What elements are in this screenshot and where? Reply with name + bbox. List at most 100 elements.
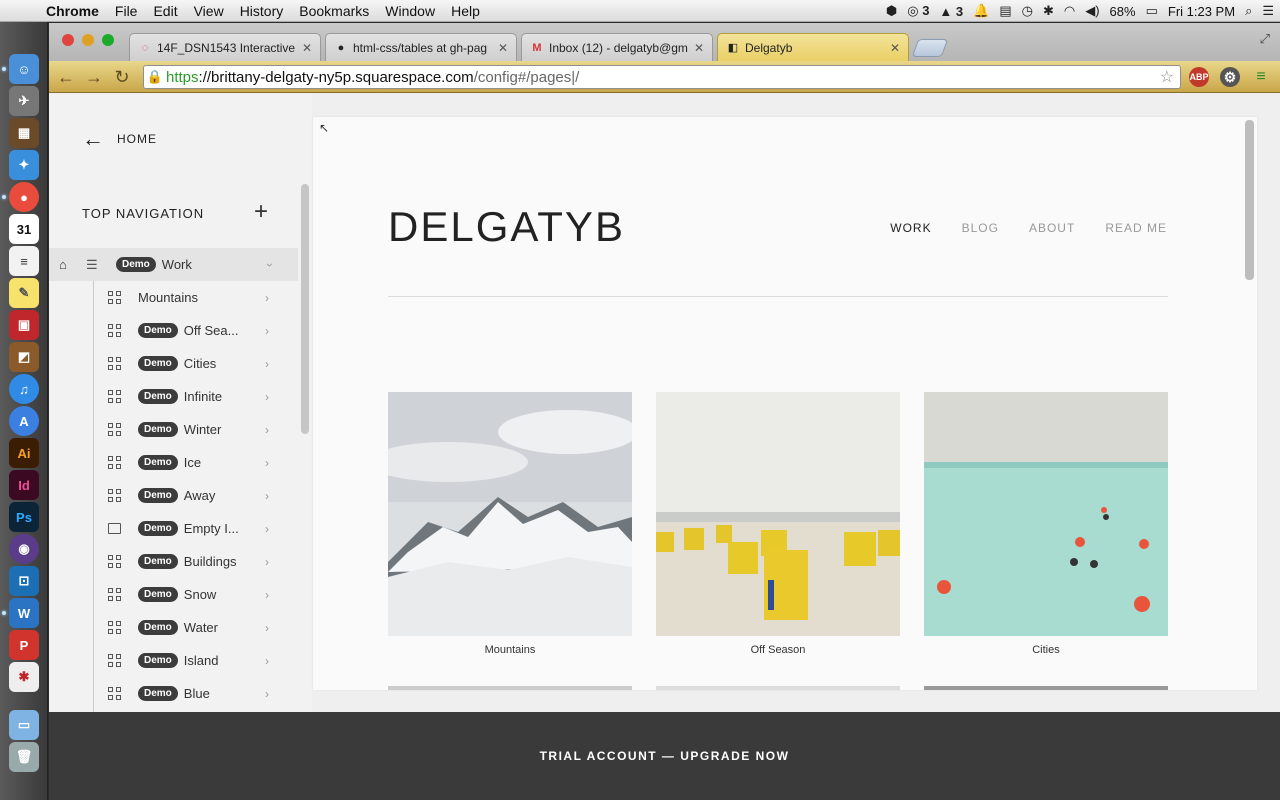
nav-item-work[interactable]: ⌂ ☰ Demo Work › <box>49 248 298 281</box>
chevron-right-icon[interactable]: › <box>265 423 269 437</box>
trial-upgrade-banner[interactable]: TRIAL ACCOUNT — UPGRADE NOW <box>49 712 1280 800</box>
chevron-right-icon[interactable]: › <box>265 654 269 668</box>
chevron-right-icon[interactable]: › <box>265 291 269 305</box>
zoom-window-button[interactable] <box>102 34 114 46</box>
chevron-right-icon[interactable]: › <box>265 489 269 503</box>
chevron-down-icon[interactable]: › <box>263 263 277 267</box>
powerpoint-icon[interactable]: P <box>9 630 39 660</box>
nav-item-infinite[interactable]: Demo Infinite › <box>49 380 298 413</box>
close-window-button[interactable] <box>62 34 74 46</box>
itunes-icon[interactable]: ♫ <box>9 374 39 404</box>
sidebar-scrollbar[interactable] <box>301 184 309 434</box>
menu-edit[interactable]: Edit <box>145 0 185 22</box>
nav-item-cities[interactable]: Demo Cities › <box>49 347 298 380</box>
github-app-icon[interactable]: ◉ <box>9 534 39 564</box>
back-arrow-icon[interactable]: ← <box>55 66 77 88</box>
keyboard-icon[interactable]: ▤ <box>999 3 1011 19</box>
tab-github[interactable]: ● html-css/tables at gh-pag ✕ <box>325 33 517 61</box>
chevron-right-icon[interactable]: › <box>265 687 269 701</box>
word-icon[interactable]: W <box>9 598 39 628</box>
reload-icon[interactable]: ↻ <box>111 66 133 88</box>
nav-item-water[interactable]: Demo Water › <box>49 611 298 644</box>
volume-icon[interactable]: ◀) <box>1085 3 1099 19</box>
sourcetree-icon[interactable]: ⊡ <box>9 566 39 596</box>
reminders-icon[interactable]: ≡ <box>9 246 39 276</box>
folder-icon[interactable]: ▭ <box>9 710 39 740</box>
add-page-plus-icon[interactable]: + <box>254 198 268 226</box>
nav-item-away[interactable]: Demo Away › <box>49 479 298 512</box>
expand-preview-icon[interactable]: ↖ <box>319 121 329 135</box>
close-tab-icon[interactable]: ✕ <box>302 41 312 55</box>
menu-window[interactable]: Window <box>377 0 443 22</box>
notification-bell-icon[interactable]: 🔔 <box>973 3 989 19</box>
nav-item-mountains[interactable]: Mountains › <box>49 281 298 314</box>
tab-dsn1543[interactable]: ◌ 14F_DSN1543 Interactive D ✕ <box>129 33 321 61</box>
close-tab-icon[interactable]: ✕ <box>694 41 704 55</box>
indesign-icon[interactable]: Id <box>9 470 39 500</box>
new-tab-button[interactable] <box>911 39 949 57</box>
nav-item-ice[interactable]: Demo Ice › <box>49 446 298 479</box>
wifi-icon[interactable]: ◠ <box>1064 3 1075 19</box>
menu-help[interactable]: Help <box>443 0 488 22</box>
nav-item-winter[interactable]: Demo Winter › <box>49 413 298 446</box>
tab-gmail[interactable]: M Inbox (12) - delgatyb@gm ✕ <box>521 33 713 61</box>
time-machine-icon[interactable]: ◷ <box>1022 3 1033 19</box>
site-title[interactable]: DELGATYB <box>388 203 625 251</box>
address-bar[interactable]: 🔒 https://brittany-delgaty-ny5p.squaresp… <box>143 65 1181 89</box>
menu-file[interactable]: File <box>107 0 146 22</box>
gallery-thumb-next-row[interactable] <box>656 686 900 690</box>
bookmark-star-icon[interactable]: ☆ <box>1160 67 1174 87</box>
chevron-right-icon[interactable]: › <box>265 555 269 569</box>
trash-icon[interactable]: 🗑 <box>9 742 39 772</box>
fullscreen-icon[interactable]: ⤢ <box>1260 31 1270 47</box>
battery-icon[interactable]: ▭ <box>1146 3 1158 19</box>
stickies-icon[interactable]: ✎ <box>9 278 39 308</box>
safari-icon[interactable]: ✦ <box>9 150 39 180</box>
menu-history[interactable]: History <box>232 0 292 22</box>
chevron-right-icon[interactable]: › <box>265 456 269 470</box>
chrome-icon[interactable]: ● <box>9 182 39 212</box>
notification-center-icon[interactable]: ☰ <box>1262 3 1274 19</box>
menu-bookmarks[interactable]: Bookmarks <box>291 0 377 22</box>
app-store-icon[interactable]: A <box>9 406 39 436</box>
dropbox-icon[interactable]: ⬢ <box>886 3 897 19</box>
nav-item-snow[interactable]: Demo Snow › <box>49 578 298 611</box>
gallery-thumb-off-season[interactable] <box>656 392 900 636</box>
minimize-window-button[interactable] <box>82 34 94 46</box>
acrobat-icon[interactable]: ✱ <box>9 662 39 692</box>
chevron-right-icon[interactable]: › <box>265 390 269 404</box>
chevron-right-icon[interactable]: › <box>265 522 269 536</box>
gallery-thumb-cities[interactable] <box>924 392 1168 636</box>
chevron-right-icon[interactable]: › <box>265 588 269 602</box>
nav-item-island[interactable]: Demo Island › <box>49 644 298 677</box>
photoshop-icon[interactable]: Ps <box>9 502 39 532</box>
close-tab-icon[interactable]: ✕ <box>890 41 900 55</box>
illustrator-icon[interactable]: Ai <box>9 438 39 468</box>
chevron-right-icon[interactable]: › <box>265 324 269 338</box>
adobe-updates-icon[interactable]: ▲ 3 <box>939 4 963 19</box>
gallery-thumb-next-row[interactable] <box>388 686 632 690</box>
iphoto-icon[interactable]: ◩ <box>9 342 39 372</box>
nav-item-buildings[interactable]: Demo Buildings › <box>49 545 298 578</box>
site-nav-work[interactable]: WORK <box>890 221 931 235</box>
site-nav-read-me[interactable]: READ ME <box>1105 221 1167 235</box>
gallery-thumb-mountains[interactable] <box>388 392 632 636</box>
preview-scrollbar[interactable] <box>1245 120 1254 280</box>
chevron-right-icon[interactable]: › <box>265 357 269 371</box>
gallery-thumb-next-row[interactable] <box>924 686 1168 690</box>
finder-icon[interactable]: ☺ <box>9 54 39 84</box>
calendar-icon[interactable]: 31 <box>9 214 39 244</box>
bluetooth-icon[interactable]: ✱ <box>1043 3 1054 19</box>
site-nav-blog[interactable]: BLOG <box>962 221 999 235</box>
close-tab-icon[interactable]: ✕ <box>498 41 508 55</box>
spotlight-search-icon[interactable]: ⌕ <box>1245 3 1252 19</box>
menubar-clock[interactable]: Fri 1:23 PM <box>1168 4 1235 19</box>
chrome-menu-icon[interactable]: ≡ <box>1251 67 1271 87</box>
menu-app-chrome[interactable]: Chrome <box>42 0 107 22</box>
mission-control-icon[interactable]: ▦ <box>9 118 39 148</box>
creative-cloud-icon[interactable]: ◎ 3 <box>907 3 929 19</box>
nav-item-off-season[interactable]: Demo Off Sea... › <box>49 314 298 347</box>
site-nav-about[interactable]: ABOUT <box>1029 221 1075 235</box>
nav-item-empty[interactable]: Demo Empty I... › <box>49 512 298 545</box>
nav-item-blue[interactable]: Demo Blue › <box>49 677 298 710</box>
